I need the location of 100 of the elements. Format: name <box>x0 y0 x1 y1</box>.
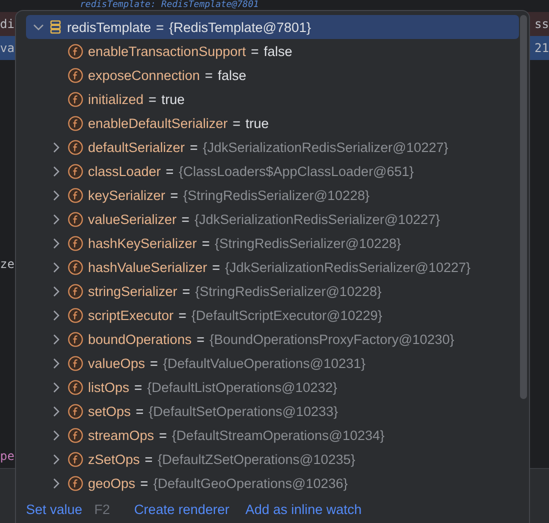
shortcut-hint: F2 <box>94 502 110 517</box>
tree-row[interactable]: initialized = true <box>26 87 519 111</box>
tree-row[interactable]: valueOps = {DefaultValueOperations@10231} <box>26 351 519 375</box>
code-text: ss <box>534 17 549 31</box>
field-name: listOps <box>88 380 130 394</box>
chevron-right-icon[interactable] <box>52 238 60 248</box>
field-value: {DefaultListOperations@10232} <box>147 380 338 394</box>
code-text: ze <box>0 257 14 271</box>
variable-name: redisTemplate <box>67 20 152 34</box>
field-value: {StringRedisSerializer@10228} <box>214 236 402 250</box>
field-name: hashValueSerializer <box>88 260 208 274</box>
chevron-right-icon[interactable] <box>52 406 60 416</box>
field-value: false <box>218 68 246 82</box>
field-icon <box>68 428 83 442</box>
chevron-down-icon[interactable] <box>32 24 44 30</box>
tree-row[interactable]: geoOps = {DefaultGeoOperations@10236} <box>26 471 519 495</box>
inline-value-hint: redisTemplate: RedisTemplate@7801 <box>80 0 259 10</box>
field-value: true <box>245 116 269 130</box>
field-value: {DefaultValueOperations@10231} <box>162 356 366 370</box>
field-icon <box>68 284 83 298</box>
field-name: zSetOps <box>88 452 140 466</box>
tree-row[interactable]: listOps = {DefaultListOperations@10232} <box>26 375 519 399</box>
stack-icon <box>50 20 61 34</box>
chevron-right-icon[interactable] <box>52 310 60 320</box>
equals-sign: = <box>156 20 164 34</box>
chevron-right-icon[interactable] <box>52 382 60 392</box>
field-value: {DefaultSetOperations@10233} <box>148 404 338 418</box>
field-value: {BoundOperationsProxyFactory@10230} <box>209 332 454 346</box>
chevron-right-icon[interactable] <box>52 358 60 368</box>
tree-row[interactable]: enableDefaultSerializer = true <box>26 111 519 135</box>
field-icon <box>68 140 83 154</box>
field-name: classLoader <box>88 164 161 178</box>
chevron-right-icon[interactable] <box>52 142 60 152</box>
field-name: hashKeySerializer <box>88 236 197 250</box>
tree-row[interactable]: setOps = {DefaultSetOperations@10233} <box>26 399 519 423</box>
chevron-right-icon[interactable] <box>52 190 60 200</box>
field-icon <box>68 188 83 202</box>
chevron-right-icon[interactable] <box>52 166 60 176</box>
tree-row[interactable]: enableTransactionSupport = false <box>26 39 519 63</box>
equals-sign: = <box>166 164 174 178</box>
field-name: initialized <box>88 92 144 106</box>
chevron-right-icon[interactable] <box>52 286 60 296</box>
chevron-right-icon[interactable] <box>52 430 60 440</box>
field-icon <box>68 236 83 250</box>
field-value: {JdkSerializationRedisSerializer@10227} <box>224 260 471 274</box>
tree-row[interactable]: scriptExecutor = {DefaultScriptExecutor@10229} <box>26 303 519 327</box>
field-name: scriptExecutor <box>88 308 174 322</box>
action-link[interactable]: Create renderer <box>134 502 230 517</box>
field-icon <box>68 332 83 346</box>
tree-row[interactable]: defaultSerializer = {JdkSerializationRedisSerializer@10227} <box>26 135 519 159</box>
field-name: enableDefaultSerializer <box>88 116 228 130</box>
field-value: {ClassLoaders$AppClassLoader@651} <box>178 164 414 178</box>
tree-row[interactable]: classLoader = {ClassLoaders$AppClassLoader@651} <box>26 159 519 183</box>
tree-row[interactable]: zSetOps = {DefaultZSetOperations@10235} <box>26 447 519 471</box>
code-text: va <box>0 41 14 55</box>
code-text: di <box>0 17 14 31</box>
field-icon <box>68 116 83 130</box>
field-value: {DefaultScriptExecutor@10229} <box>191 308 382 322</box>
field-icon <box>68 44 83 58</box>
action-link[interactable]: Set value <box>26 502 82 517</box>
field-value: {JdkSerializationRedisSerializer@10227} <box>194 212 440 226</box>
equals-sign: = <box>182 284 190 298</box>
field-name: valueOps <box>88 356 146 370</box>
tree-row[interactable]: streamOps = {DefaultStreamOperations@10234} <box>26 423 519 447</box>
action-link[interactable]: Add as inline watch <box>245 502 362 517</box>
field-value: {StringRedisSerializer@10228} <box>183 188 370 202</box>
tree-row[interactable]: stringSerializer = {StringRedisSerializer@10228} <box>26 279 519 303</box>
chevron-right-icon[interactable] <box>52 478 60 488</box>
tree-row[interactable]: valueSerializer = {JdkSerializationRedisSerializer@10227} <box>26 207 519 231</box>
field-name: geoOps <box>88 476 136 490</box>
field-icon <box>68 476 83 490</box>
equals-sign: = <box>150 356 158 370</box>
tree-row[interactable]: redisTemplate = {RedisTemplate@7801} <box>26 15 519 39</box>
field-icon <box>68 164 83 178</box>
equals-sign: = <box>212 260 220 274</box>
tree-row[interactable]: hashValueSerializer = {JdkSerializationRedisSerializer@10227} <box>26 255 519 279</box>
field-icon <box>68 92 83 106</box>
code-text: pe <box>0 449 14 463</box>
tree-row[interactable]: hashKeySerializer = {StringRedisSerializer@10228} <box>26 231 519 255</box>
chevron-right-icon[interactable] <box>52 262 60 272</box>
chevron-right-icon[interactable] <box>52 454 60 464</box>
field-name: stringSerializer <box>88 284 178 298</box>
field-icon <box>68 212 83 226</box>
tree-row[interactable]: exposeConnection = false <box>26 63 519 87</box>
tree-row[interactable]: boundOperations = {BoundOperationsProxyFactory@10230} <box>26 327 519 351</box>
chevron-right-icon[interactable] <box>52 334 60 344</box>
equals-sign: = <box>148 92 156 106</box>
equals-sign: = <box>232 116 240 130</box>
field-name: exposeConnection <box>88 68 200 82</box>
equals-sign: = <box>144 452 153 466</box>
field-name: boundOperations <box>88 332 192 346</box>
tree-row[interactable]: keySerializer = {StringRedisSerializer@10228} <box>26 183 519 207</box>
equals-sign: = <box>190 140 198 154</box>
chevron-right-icon[interactable] <box>52 214 60 224</box>
field-name: enableTransactionSupport <box>88 44 246 58</box>
scrollbar-thumb[interactable] <box>520 15 527 399</box>
field-icon <box>68 308 83 322</box>
field-value: {DefaultZSetOperations@10235} <box>158 452 356 466</box>
equals-sign: = <box>202 236 210 250</box>
field-icon <box>68 356 83 370</box>
